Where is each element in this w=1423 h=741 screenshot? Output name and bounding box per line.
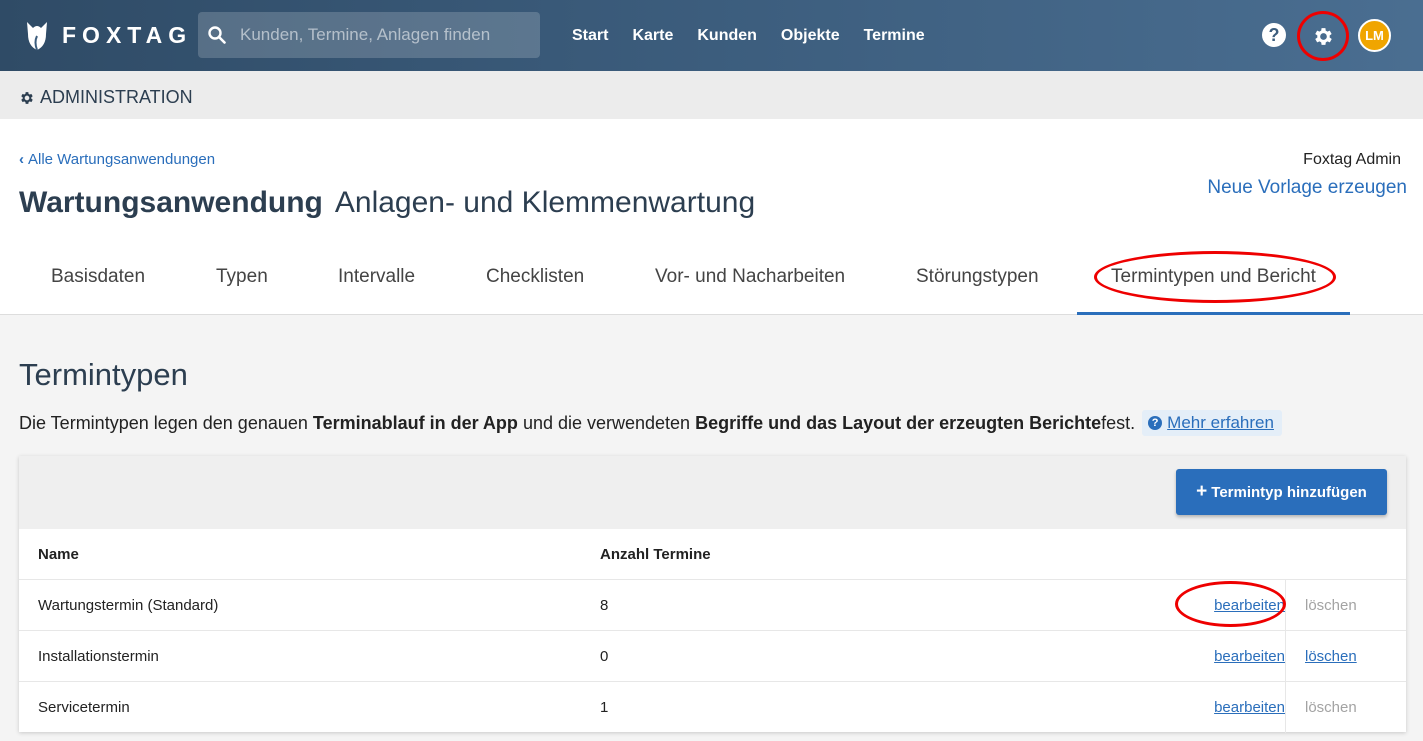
settings-highlight-annotation	[1297, 11, 1349, 61]
row-count: 0	[600, 648, 609, 665]
tab-intervalle[interactable]: Intervalle	[338, 257, 415, 315]
row-count: 1	[600, 699, 609, 716]
nav-kunden[interactable]: Kunden	[685, 27, 769, 45]
plus-icon: +	[1196, 481, 1208, 502]
nav-termine[interactable]: Termine	[852, 27, 937, 45]
column-header-count[interactable]: Anzahl Termine	[600, 529, 711, 580]
fox-logo-icon	[27, 22, 47, 51]
gear-icon[interactable]	[1312, 25, 1335, 48]
logo-text: FOXTAG	[62, 21, 193, 48]
delete-link[interactable]: löschen	[1285, 631, 1406, 682]
tab-highlight-annotation	[1094, 251, 1336, 303]
row-count: 8	[600, 597, 609, 614]
table-row: Installationstermin 0 bearbeiten löschen	[19, 631, 1406, 682]
page-title-main: Wartungsanwendung	[19, 186, 323, 219]
desc-text-1: Die Termintypen legen den genauen	[19, 412, 308, 433]
admin-bar: ADMINISTRATION	[0, 71, 1423, 119]
edit-highlight-annotation	[1175, 581, 1286, 627]
desc-bold-2: Begriffe und das Layout der erzeugten Be…	[695, 412, 1102, 433]
page-title: Wartungsanwendung Anlagen- und Klemmenwar…	[19, 186, 755, 220]
more-info-label: Mehr erfahren	[1167, 413, 1274, 432]
tab-basisdaten[interactable]: Basisdaten	[51, 257, 145, 315]
delete-link-disabled: löschen	[1285, 580, 1406, 631]
admin-title: ADMINISTRATION	[19, 87, 193, 108]
tab-stoerungstypen[interactable]: Störungstypen	[916, 257, 1039, 315]
help-icon[interactable]: ?	[1262, 23, 1286, 47]
edit-link[interactable]: bearbeiten	[1149, 682, 1285, 733]
back-link[interactable]: ‹ Alle Wartungsanwendungen	[19, 151, 215, 168]
row-name: Wartungstermin (Standard)	[38, 597, 219, 614]
nav-objekte[interactable]: Objekte	[769, 27, 852, 45]
owner-label: Foxtag Admin	[1303, 151, 1401, 168]
back-link-label: Alle Wartungsanwendungen	[28, 151, 216, 168]
desc-bold-1: Terminablauf in der App	[312, 412, 518, 433]
question-circle-icon: ?	[1148, 416, 1163, 430]
table-header-row: Name Anzahl Termine	[19, 529, 1406, 580]
chevron-left-icon: ‹	[19, 151, 24, 168]
new-template-link[interactable]: Neue Vorlage erzeugen	[1207, 177, 1407, 199]
top-navbar: FOXTAG Start Karte Kunden Objekte Termin…	[0, 0, 1423, 71]
add-termintyp-button[interactable]: + Termintyp hinzufügen	[1176, 469, 1387, 515]
search-icon	[208, 26, 226, 44]
delete-link-disabled: löschen	[1285, 682, 1406, 733]
main-nav: Start Karte Kunden Objekte Termine	[560, 0, 937, 71]
desc-text-2: und die verwendeten	[522, 412, 691, 433]
column-header-name[interactable]: Name	[38, 529, 79, 580]
admin-title-label: ADMINISTRATION	[40, 87, 193, 107]
row-name: Installationstermin	[38, 648, 159, 665]
search-input[interactable]	[240, 25, 530, 45]
add-termintyp-label: Termintyp hinzufügen	[1211, 483, 1367, 501]
tab-typen[interactable]: Typen	[216, 257, 268, 315]
foxtag-logo[interactable]: FOXTAG	[24, 18, 192, 52]
tab-vor-nacharbeiten[interactable]: Vor- und Nacharbeiten	[655, 257, 845, 315]
user-avatar[interactable]: LM	[1358, 19, 1391, 52]
row-name: Servicetermin	[38, 699, 130, 716]
search-box[interactable]	[198, 12, 540, 58]
nav-start[interactable]: Start	[560, 27, 620, 45]
more-info-link[interactable]: ? Mehr erfahren	[1142, 410, 1282, 436]
section-description: Die Termintypen legen den genauen Termin…	[19, 410, 1282, 436]
gear-icon	[21, 91, 33, 104]
desc-text-3: fest.	[1101, 412, 1136, 433]
tab-checklisten[interactable]: Checklisten	[486, 257, 584, 315]
edit-link[interactable]: bearbeiten	[1149, 631, 1285, 682]
table-toolbar: + Termintyp hinzufügen	[19, 456, 1406, 529]
page-title-sub: Anlagen- und Klemmenwartung	[334, 186, 756, 219]
nav-karte[interactable]: Karte	[620, 27, 685, 45]
section-title: Termintypen	[19, 357, 188, 392]
table-row: Servicetermin 1 bearbeiten löschen	[19, 682, 1406, 733]
